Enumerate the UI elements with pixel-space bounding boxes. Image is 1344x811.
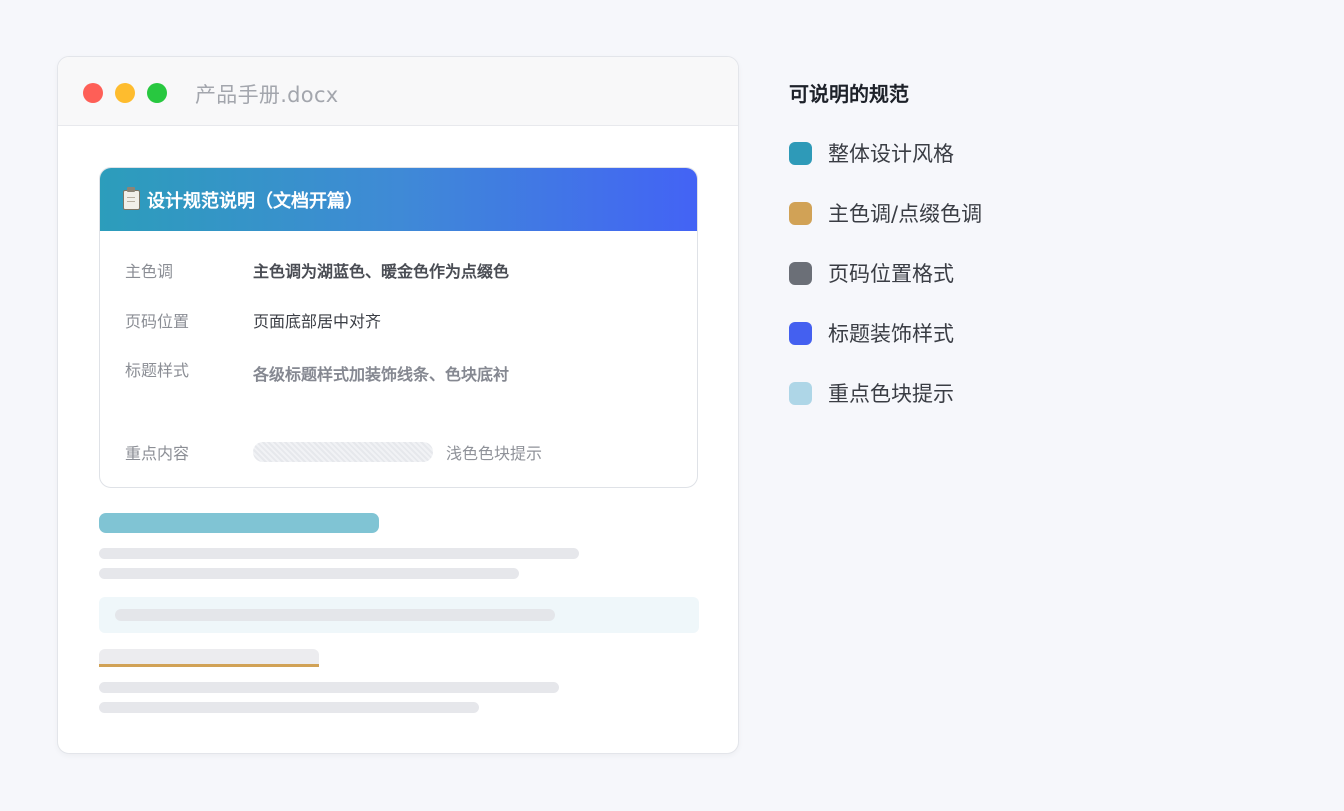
clipboard-icon xyxy=(123,186,140,210)
spec-row-key-content: 重点内容 浅色色块提示 xyxy=(125,440,542,464)
legend-label: 重点色块提示 xyxy=(828,382,954,406)
legend-label: 主色调/点缀色调 xyxy=(828,202,983,226)
placeholder-text-line xyxy=(99,702,479,713)
legend-label: 标题装饰样式 xyxy=(828,322,954,346)
window-titlebar: 产品手册.docx xyxy=(58,57,738,126)
placeholder-heading-bar xyxy=(99,513,379,533)
legend-swatch xyxy=(789,201,812,225)
spec-row-value: 浅色色块提示 xyxy=(446,444,543,463)
legend-title: 可说明的规范 xyxy=(789,82,909,106)
legend-item-design-style: 整体设计风格 xyxy=(789,138,954,168)
spec-row-label: 页码位置 xyxy=(125,312,190,331)
spec-row-label: 标题样式 xyxy=(125,361,190,380)
legend-swatch xyxy=(789,321,812,345)
legend-label: 页码位置格式 xyxy=(828,262,954,286)
design-spec-card-title: 设计规范说明（文档开篇） xyxy=(147,190,363,212)
legend-item-page-number: 页码位置格式 xyxy=(789,258,954,288)
legend-swatch xyxy=(789,141,812,165)
placeholder-text-line xyxy=(115,609,555,621)
placeholder-subheading xyxy=(99,649,319,667)
legend-item-highlight-block: 重点色块提示 xyxy=(789,378,954,408)
spec-row-main-color: 主色调 主色调为湖蓝色、暖金色作为点缀色 xyxy=(125,258,509,282)
legend-swatch xyxy=(789,381,812,405)
legend-swatch xyxy=(789,261,812,285)
legend-item-heading-style: 标题装饰样式 xyxy=(789,318,954,348)
spec-row-label: 主色调 xyxy=(125,262,174,281)
legend-label: 整体设计风格 xyxy=(828,142,954,166)
spec-row-value: 主色调为湖蓝色、暖金色作为点缀色 xyxy=(253,262,510,281)
subheading-accent-line xyxy=(99,664,319,667)
spec-row-value: 页面底部居中对齐 xyxy=(253,312,382,331)
placeholder-text-line xyxy=(99,682,559,693)
placeholder-callout-block xyxy=(99,597,699,633)
design-spec-card-header: 设计规范说明（文档开篇） xyxy=(100,168,697,231)
spec-row-heading-style: 标题样式 各级标题样式加装饰线条、色块底衬 xyxy=(125,361,509,385)
light-color-block xyxy=(253,442,433,462)
window-title: 产品手册.docx xyxy=(195,83,339,107)
design-spec-card: 设计规范说明（文档开篇） 主色调 主色调为湖蓝色、暖金色作为点缀色 页码位置 页… xyxy=(99,167,698,488)
maximize-window-button[interactable] xyxy=(147,83,167,103)
spec-row-value: 各级标题样式加装饰线条、色块底衬 xyxy=(253,365,510,384)
close-window-button[interactable] xyxy=(83,83,103,103)
document-window: 产品手册.docx 设计规范说明（文档开篇） 主色调 主色调为湖蓝色、暖金色作为… xyxy=(57,56,739,754)
spec-row-label: 重点内容 xyxy=(125,444,190,463)
minimize-window-button[interactable] xyxy=(115,83,135,103)
placeholder-text-line xyxy=(99,568,519,579)
legend-item-color-tone: 主色调/点缀色调 xyxy=(789,198,982,228)
placeholder-text-line xyxy=(99,548,579,559)
spec-row-page-number: 页码位置 页面底部居中对齐 xyxy=(125,308,381,332)
